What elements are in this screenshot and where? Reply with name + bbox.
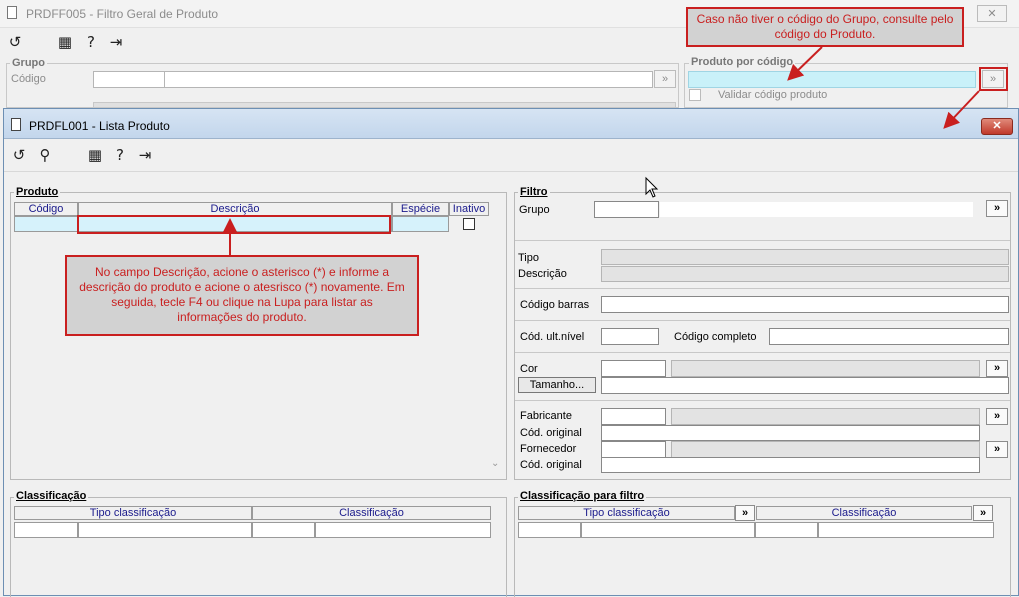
mouse-cursor-icon [645,176,659,198]
arrow-to-front-close [943,90,980,129]
annotation-arrows [222,46,980,255]
arrow-to-produto-field [787,46,823,81]
